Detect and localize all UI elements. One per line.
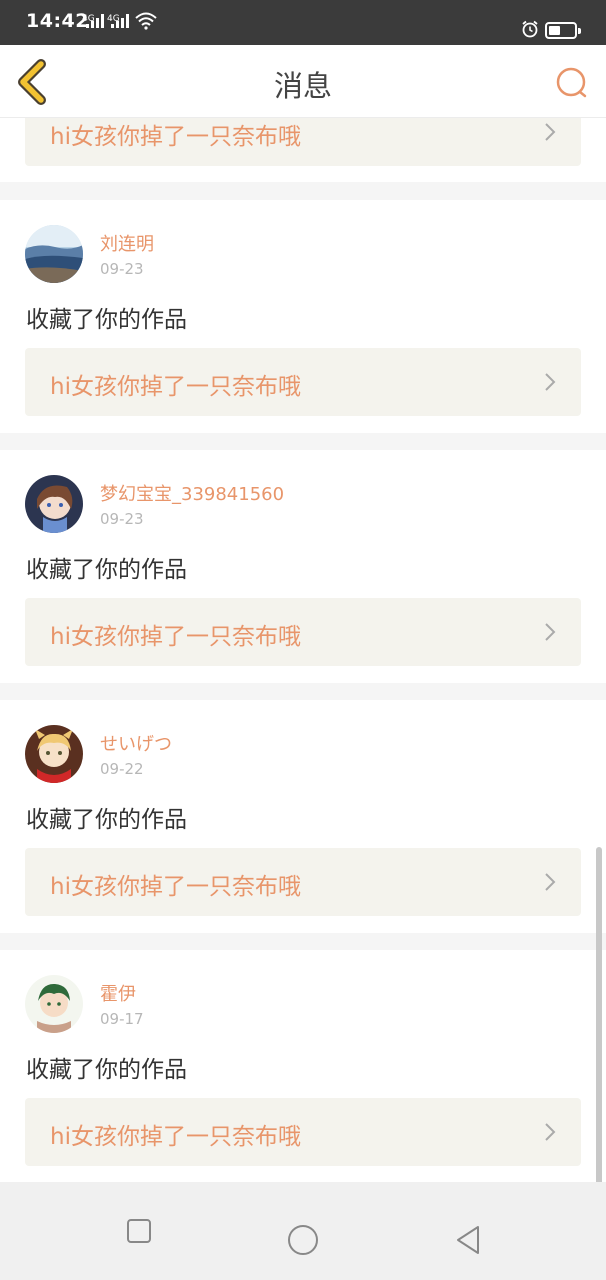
- back-triangle-icon[interactable]: [454, 1224, 482, 1256]
- message-action: 收藏了你的作品: [26, 1057, 187, 1083]
- message-date: 09-23: [100, 510, 144, 528]
- message-card: せいげつ 09-22 收藏了你的作品 hi女孩你掉了一只奈布哦: [0, 700, 606, 933]
- chevron-right-icon: [545, 373, 556, 391]
- status-bar: 14:42 4G 4G: [0, 0, 606, 45]
- work-link[interactable]: hi女孩你掉了一只奈布哦: [25, 598, 581, 666]
- work-link[interactable]: hi女孩你掉了一只奈布哦: [25, 348, 581, 416]
- message-card: 刘连明 09-23 收藏了你的作品 hi女孩你掉了一只奈布哦: [0, 200, 606, 433]
- signal-bars-icon: [86, 12, 104, 28]
- message-list[interactable]: hi女孩你掉了一只奈布哦 刘连明 09-23 收藏了你的作品 hi女孩你掉了一只…: [0, 118, 606, 1182]
- work-title: hi女孩你掉了一只奈布哦: [50, 1124, 301, 1150]
- work-link[interactable]: hi女孩你掉了一只奈布哦: [25, 848, 581, 916]
- avatar[interactable]: [25, 975, 83, 1033]
- chevron-right-icon: [545, 873, 556, 891]
- work-link[interactable]: hi女孩你掉了一只奈布哦: [25, 118, 581, 166]
- home-icon[interactable]: [287, 1224, 319, 1256]
- recent-apps-icon[interactable]: [126, 1218, 152, 1244]
- page-title: 消息: [273, 69, 332, 103]
- message-action: 收藏了你的作品: [26, 807, 187, 833]
- user-name[interactable]: 梦幻宝宝_339841560: [100, 480, 284, 506]
- alarm-icon: [522, 20, 538, 38]
- message-date: 09-22: [100, 760, 144, 778]
- work-title: hi女孩你掉了一只奈布哦: [50, 624, 301, 650]
- status-time: 14:42: [26, 10, 89, 32]
- user-name[interactable]: せいげつ: [100, 730, 172, 756]
- work-title: hi女孩你掉了一只奈布哦: [50, 124, 301, 150]
- message-action: 收藏了你的作品: [26, 557, 187, 583]
- battery-icon: [545, 22, 581, 39]
- chevron-right-icon: [545, 623, 556, 641]
- work-title: hi女孩你掉了一只奈布哦: [50, 374, 301, 400]
- work-title: hi女孩你掉了一只奈布哦: [50, 874, 301, 900]
- avatar[interactable]: [25, 475, 83, 533]
- system-nav-bar: [0, 1182, 606, 1280]
- message-card: 梦幻宝宝_339841560 09-23 收藏了你的作品 hi女孩你掉了一只奈布…: [0, 450, 606, 683]
- search-icon[interactable]: [554, 65, 590, 101]
- message-date: 09-23: [100, 260, 144, 278]
- work-link[interactable]: hi女孩你掉了一只奈布哦: [25, 1098, 581, 1166]
- message-card: hi女孩你掉了一只奈布哦: [0, 118, 606, 182]
- wifi-icon: [135, 12, 157, 30]
- user-name[interactable]: 刘连明: [100, 230, 154, 256]
- avatar[interactable]: [25, 725, 83, 783]
- chevron-right-icon: [545, 123, 556, 141]
- scrollbar[interactable]: [596, 847, 602, 1194]
- message-date: 09-17: [100, 1010, 144, 1028]
- chevron-right-icon: [545, 1123, 556, 1141]
- user-name[interactable]: 霍伊: [100, 980, 136, 1006]
- message-card: 霍伊 09-17 收藏了你的作品 hi女孩你掉了一只奈布哦: [0, 950, 606, 1182]
- message-action: 收藏了你的作品: [26, 307, 187, 333]
- signal-bars-icon-2: [111, 12, 129, 28]
- avatar[interactable]: [25, 225, 83, 283]
- nav-bar: 消息: [0, 45, 606, 118]
